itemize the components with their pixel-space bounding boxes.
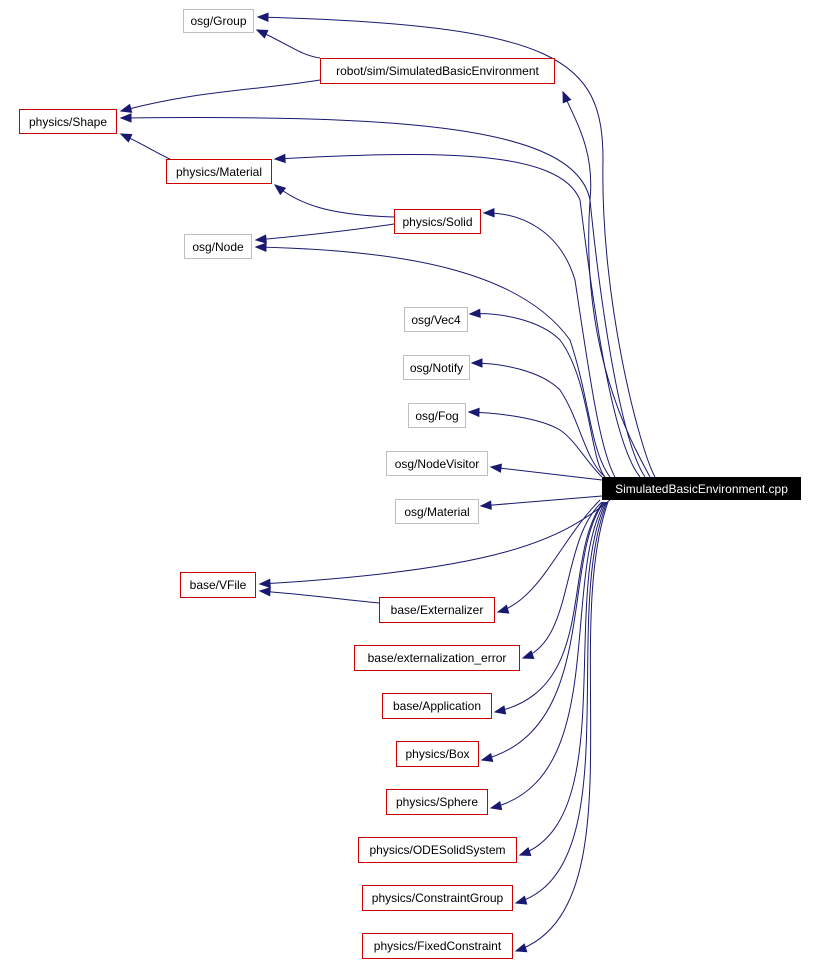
arrowhead-icon [470,358,483,368]
node-label: physics/FixedConstraint [373,939,502,953]
node-physics-odesolidsystem[interactable]: physics/ODESolidSystem [358,837,517,863]
arrowhead-icon [489,463,502,473]
edge-root-to-physics-odesolidsystem [519,501,607,856]
node-label: physics/Material [175,164,263,179]
arrowhead-icon [273,153,286,164]
node-osg-material: osg/Material [395,499,479,524]
node-label: robot/sim/SimulatedBasicEnvironment [336,64,539,78]
arrowhead-icon [514,895,528,905]
include-dependency-graph: SimulatedBasicEnvironment.cpp osg/Group … [0,0,819,964]
node-physics-shape[interactable]: physics/Shape [19,109,117,134]
arrowhead-icon [273,184,287,196]
arrowhead-icon [518,847,532,857]
edge-root-to-osg-notify [471,362,606,478]
node-base-application[interactable]: base/Application [382,693,492,719]
arrowhead-icon [119,103,133,113]
node-label: osg/Group [190,14,247,28]
node-label: osg/Notify [409,360,464,375]
edge-root-to-osg-material [480,495,603,507]
node-osg-nodevisitor: osg/NodeVisitor [386,451,488,476]
node-physics-sphere[interactable]: physics/Sphere [386,789,488,815]
arrowhead-icon [254,234,267,244]
node-label: osg/Material [404,504,470,519]
node-physics-material[interactable]: physics/Material [166,159,272,184]
arrowhead-icon [119,113,132,123]
node-physics-solid[interactable]: physics/Solid [394,209,481,234]
arrowhead-icon [493,705,507,715]
edge-robot-sim-simulatedbasicenvironment-to-physics-shape [120,79,321,112]
node-osg-node: osg/Node [184,234,252,259]
arrowhead-icon [258,587,271,597]
node-label: SimulatedBasicEnvironment.cpp [615,481,788,496]
edge-physics-solid-to-osg-node [255,223,395,241]
node-label: osg/Fog [415,408,459,423]
arrowhead-icon [514,943,528,953]
node-robot-sim-simulatedbasicenvironment[interactable]: robot/sim/SimulatedBasicEnvironment [320,58,555,84]
node-base-externalizer[interactable]: base/Externalizer [379,597,495,623]
node-label: osg/NodeVisitor [394,456,480,471]
node-label: osg/Vec4 [411,312,461,327]
arrowhead-icon [562,90,572,104]
node-osg-vec4: osg/Vec4 [404,307,468,332]
node-osg-notify: osg/Notify [403,355,470,380]
arrowhead-icon [119,133,133,143]
edge-physics-solid-to-physics-material [274,184,395,218]
node-base-vfile[interactable]: base/VFile [180,572,256,598]
arrowhead-icon [480,752,494,763]
arrowhead-icon [256,12,269,23]
node-label: physics/ODESolidSystem [369,843,506,857]
node-physics-fixedconstraint[interactable]: physics/FixedConstraint [362,933,513,959]
arrowhead-icon [521,650,535,660]
arrowhead-icon [479,500,492,510]
node-label: base/externalization_error [367,651,507,665]
node-base-externalization-error[interactable]: base/externalization_error [354,645,520,671]
arrowhead-icon [482,207,495,218]
node-label: physics/Box [405,747,470,761]
arrowhead-icon [258,578,271,589]
edge-root-to-osg-nodevisitor [490,466,603,481]
node-label: osg/Node [192,239,244,254]
edge-root-to-base-externalization-error [522,501,603,659]
node-label: base/Application [392,699,482,713]
edge-root-to-physics-fixedconstraint [515,501,609,952]
node-label: physics/Solid [402,214,473,229]
node-label: base/VFile [189,578,247,592]
arrowhead-icon [496,604,510,614]
node-osg-group: osg/Group [183,9,254,33]
edge-base-externalizer-to-base-vfile [259,590,380,604]
arrowhead-icon [468,308,481,319]
arrowhead-icon [489,800,503,811]
node-physics-constraintgroup[interactable]: physics/ConstraintGroup [362,885,513,911]
arrowhead-icon [255,29,269,39]
arrowhead-icon [467,407,480,418]
node-osg-fog: osg/Fog [408,403,466,428]
node-physics-box[interactable]: physics/Box [396,741,479,767]
root-node-simulatedbasicenvironment-cpp: SimulatedBasicEnvironment.cpp [602,477,801,500]
arrowhead-icon [254,242,267,252]
node-label: physics/Sphere [395,795,479,809]
node-label: physics/Shape [28,114,108,129]
edge-root-to-osg-fog [468,411,603,478]
node-label: physics/ConstraintGroup [371,891,504,905]
node-label: base/Externalizer [390,603,484,617]
edge-root-to-physics-constraintgroup [515,501,608,904]
